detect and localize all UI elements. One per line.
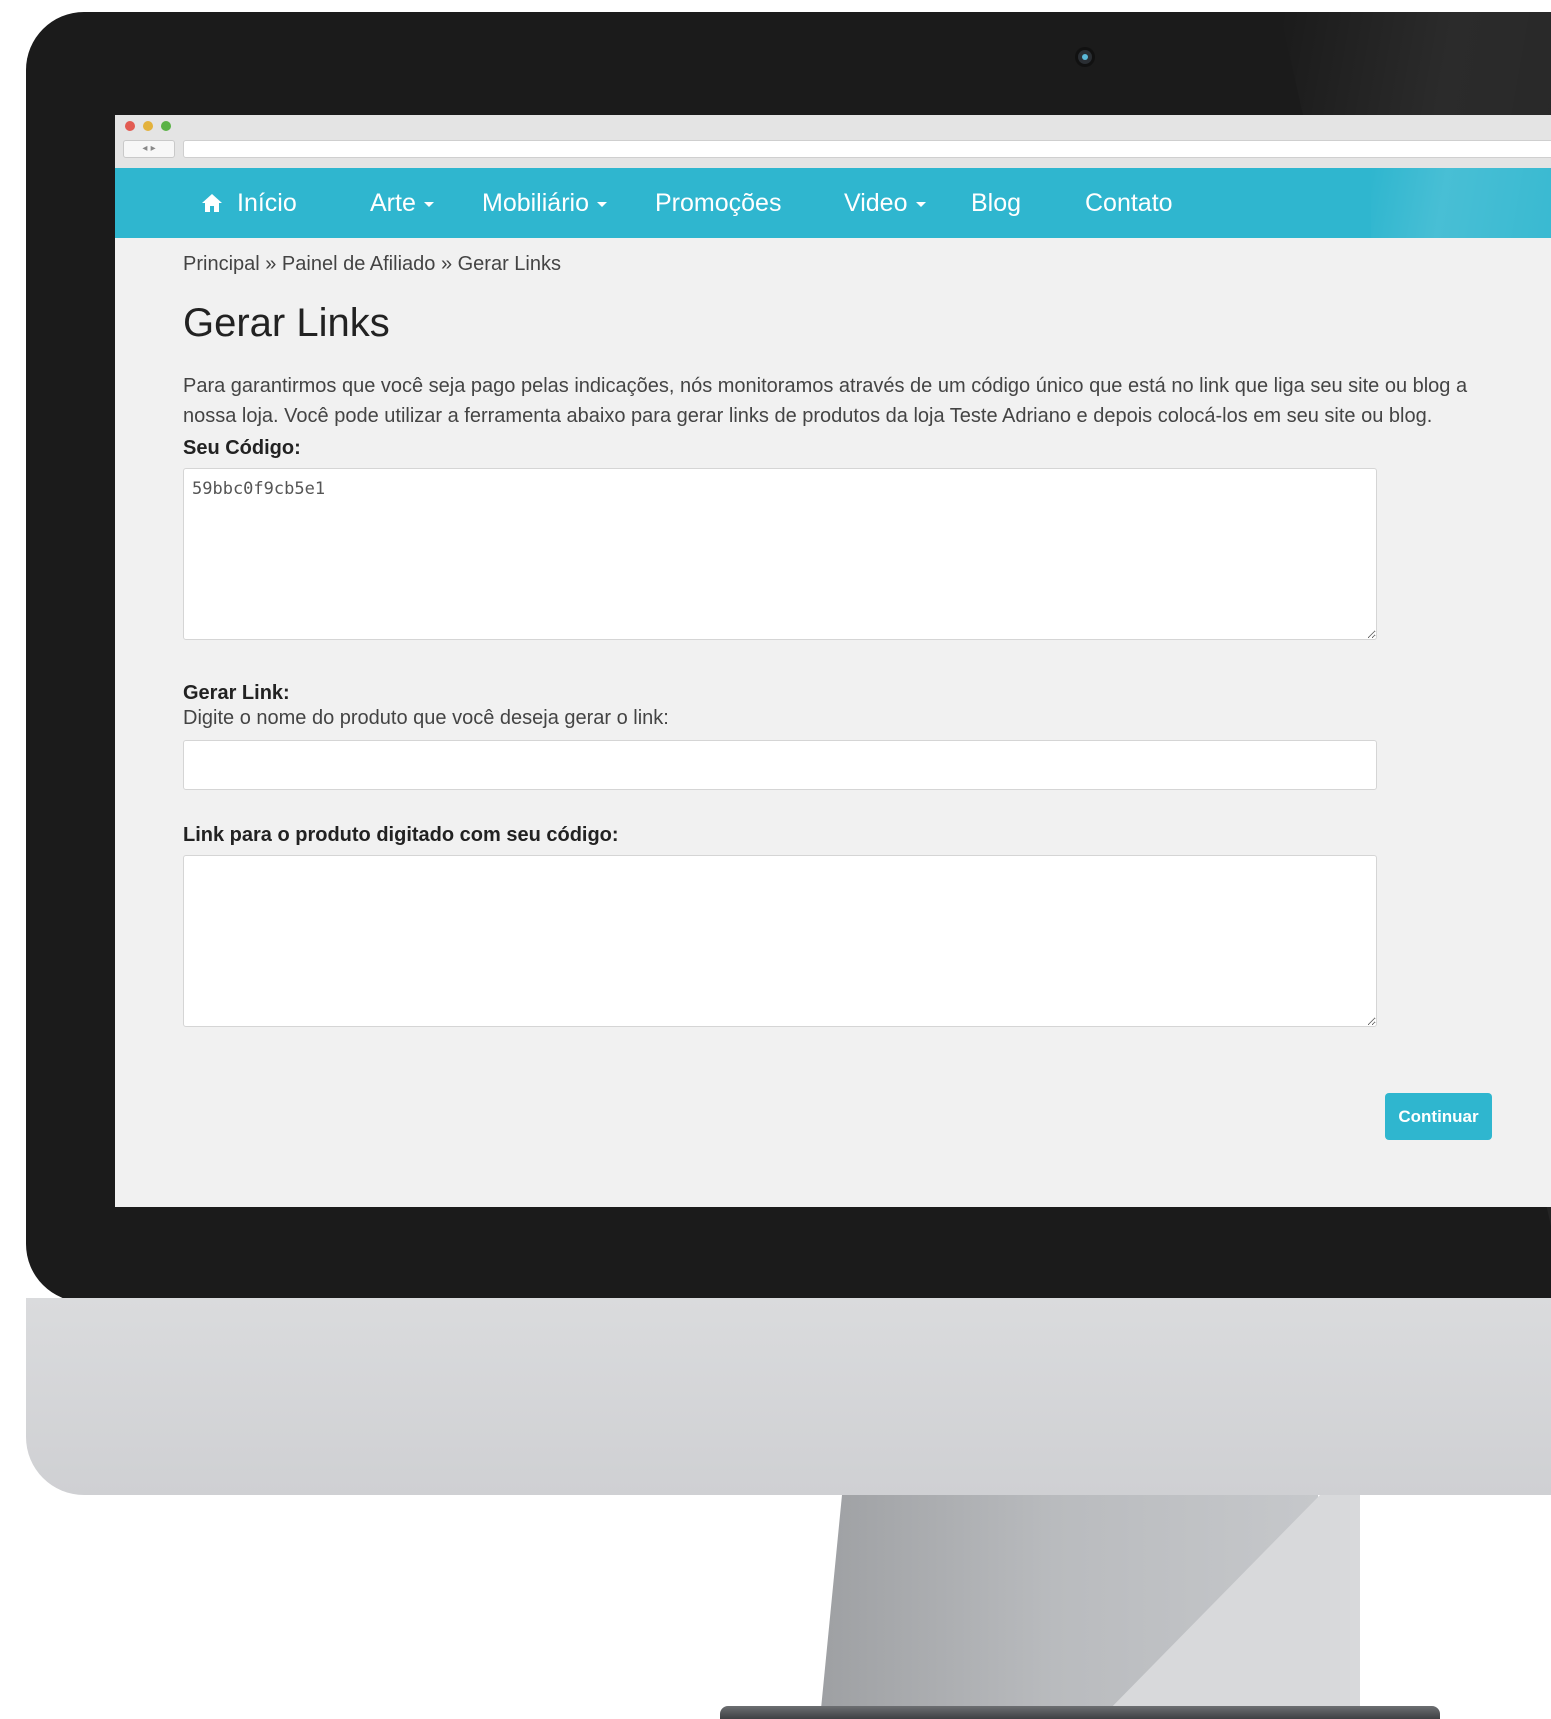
browser-chrome: ◂ ▸ (115, 115, 1551, 169)
nav-item-label: Promoções (655, 189, 782, 217)
screen: ◂ ▸ Início Arte Mobiliário Promoções Vid… (115, 115, 1551, 1207)
nav-item-promocoes[interactable]: Promoções (655, 168, 781, 238)
result-link-label: Link para o produto digitado com seu cód… (183, 824, 619, 846)
intro-text: Para garantirmos que você seja pago pela… (183, 375, 1468, 427)
home-icon (202, 194, 222, 212)
nav-item-label: Contato (1085, 189, 1173, 217)
page-content: Principal » Painel de Afiliado » Gerar L… (183, 253, 1483, 1027)
result-link-textarea[interactable] (183, 855, 1377, 1027)
caret-down-icon (596, 201, 607, 207)
nav-item-arte[interactable]: Arte (370, 168, 434, 238)
code-label: Seu Código: (183, 437, 301, 459)
nav-item-mobiliario[interactable]: Mobiliário (482, 168, 607, 238)
nav-item-blog[interactable]: Blog (971, 168, 1021, 238)
minimize-window-button[interactable] (143, 121, 153, 131)
code-textarea[interactable]: 59bbc0f9cb5e1 (183, 468, 1377, 640)
nav-item-label: Blog (971, 189, 1022, 217)
close-window-button[interactable] (125, 121, 135, 131)
caret-down-icon (423, 201, 434, 207)
continue-button[interactable]: Continuar (1385, 1093, 1492, 1140)
nav-item-label: Arte (370, 189, 416, 217)
nav-item-inicio[interactable]: Início (201, 168, 297, 238)
generate-link-hint: Digite o nome do produto que você deseja… (183, 707, 669, 729)
monitor-chin (26, 1298, 1551, 1495)
nav-item-contato[interactable]: Contato (1085, 168, 1173, 238)
nav-item-video[interactable]: Video (844, 168, 926, 238)
generate-link-label: Gerar Link: (183, 682, 290, 704)
nav-reflection (1371, 168, 1551, 238)
camera-icon (1078, 50, 1092, 64)
window-controls (125, 121, 171, 131)
imac-mockup: ◂ ▸ Início Arte Mobiliário Promoções Vid… (0, 0, 1551, 1719)
address-bar[interactable] (183, 140, 1551, 158)
stand-base (720, 1706, 1440, 1719)
nav-item-label: Início (237, 189, 297, 217)
maximize-window-button[interactable] (161, 121, 171, 131)
caret-down-icon (915, 201, 926, 207)
product-name-input[interactable] (183, 740, 1377, 790)
main-navigation: Início Arte Mobiliário Promoções Video B… (115, 168, 1551, 238)
nav-item-label: Mobiliário (482, 189, 589, 217)
nav-item-label: Video (844, 189, 908, 217)
back-forward-buttons[interactable]: ◂ ▸ (123, 140, 175, 158)
breadcrumb[interactable]: Principal » Painel de Afiliado » Gerar L… (183, 253, 1483, 285)
page-title: Gerar Links (183, 301, 390, 345)
